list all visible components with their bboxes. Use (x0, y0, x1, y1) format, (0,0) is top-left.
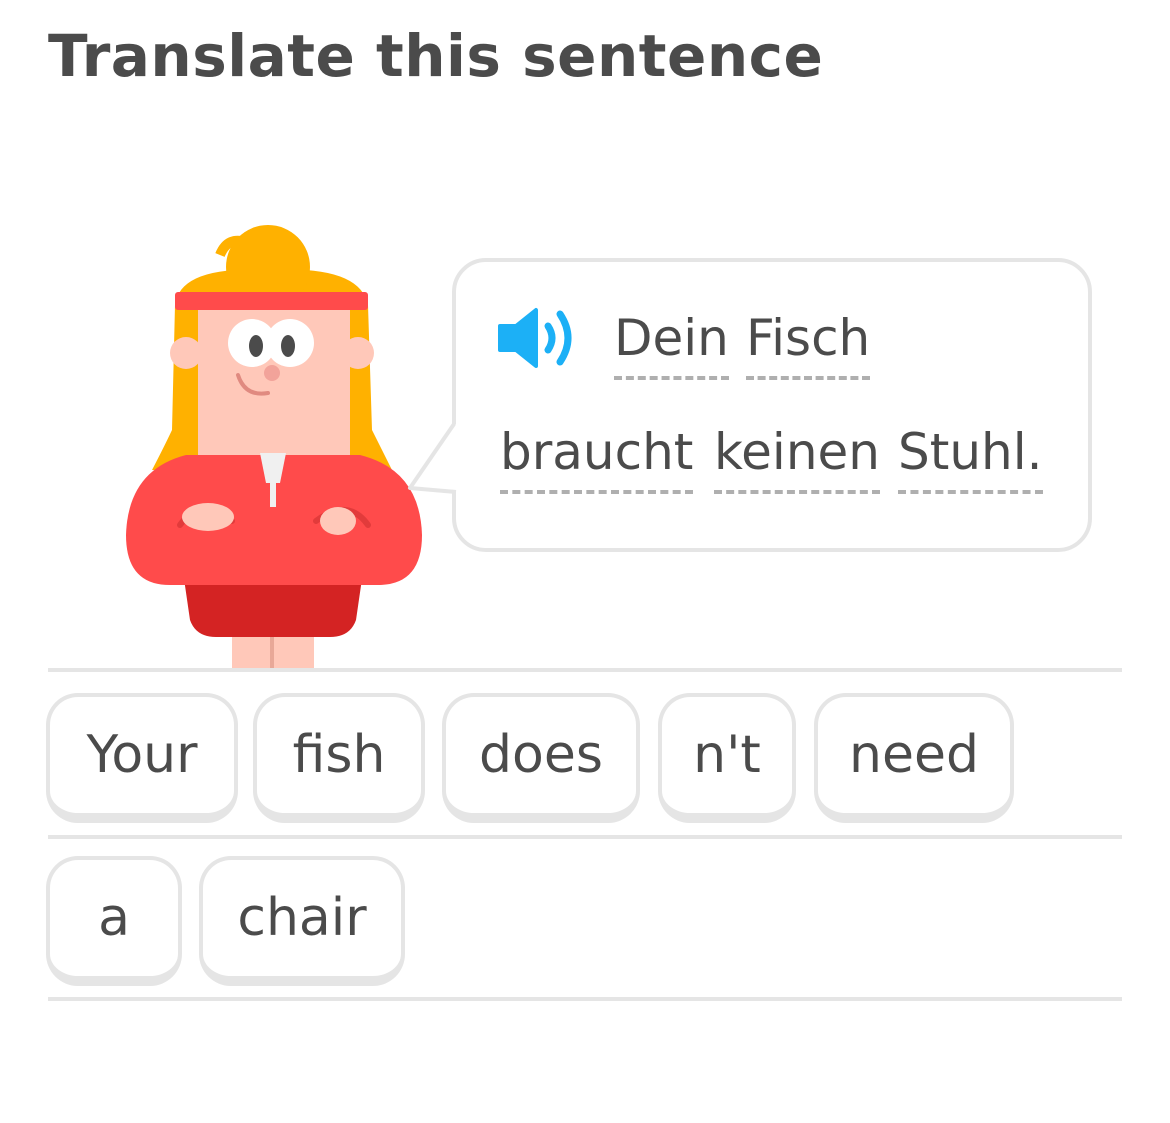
hint-word-keinen[interactable]: keinen (714, 420, 880, 494)
speech-bubble-tail (408, 422, 457, 494)
word-chip-a[interactable]: a (46, 856, 182, 986)
hint-word-stuhl[interactable]: Stuhl. (898, 420, 1043, 494)
word-chip-fish[interactable]: fish (253, 693, 425, 823)
word-chip-your[interactable]: Your (46, 693, 238, 823)
word-chip-chair[interactable]: chair (199, 856, 405, 986)
character-illustration (126, 225, 422, 670)
word-chip-nt[interactable]: n't (658, 693, 796, 823)
page-title: Translate this sentence (48, 22, 824, 90)
hint-word-fisch[interactable]: Fisch (746, 306, 871, 380)
word-chip-does[interactable]: does (442, 693, 640, 823)
hint-word-braucht[interactable]: braucht (500, 420, 694, 494)
word-chip-need[interactable]: need (814, 693, 1014, 823)
answer-line-3 (48, 997, 1122, 1001)
hint-word-dein[interactable]: Dein (614, 306, 729, 380)
speaker-icon[interactable] (496, 306, 580, 370)
speech-bubble (452, 258, 1092, 552)
answer-line-2 (48, 835, 1122, 839)
answer-line-1 (48, 668, 1122, 672)
